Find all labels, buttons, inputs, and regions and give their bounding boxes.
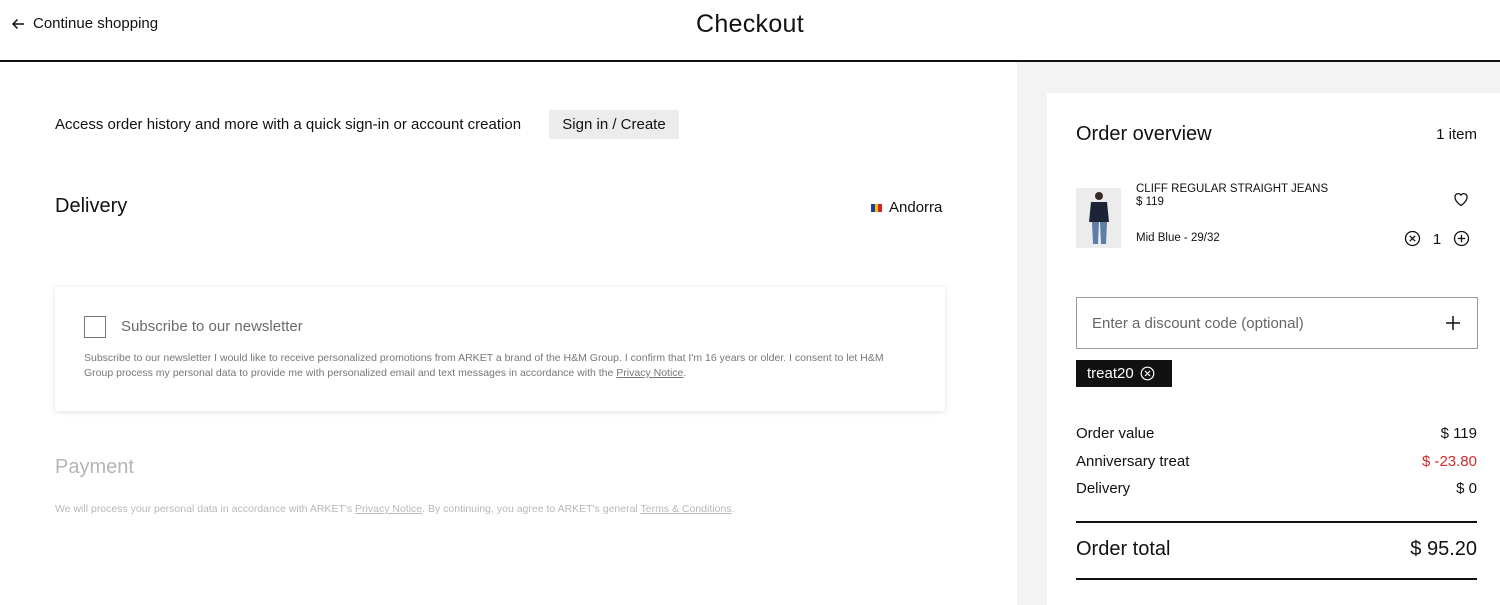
payment-legal-mid: . By continuing, you agree to ARKET's ge… — [422, 503, 641, 515]
order-overview-heading: Order overview — [1076, 123, 1212, 145]
newsletter-label: Subscribe to our newsletter — [121, 318, 303, 335]
newsletter-checkbox[interactable] — [84, 316, 106, 338]
checkout-header: Continue shopping Checkout — [0, 0, 1500, 62]
total-divider-top — [1076, 521, 1477, 523]
applied-promo-chip[interactable]: treat20 — [1076, 360, 1172, 387]
product-name[interactable]: CLIFF REGULAR STRAIGHT JEANS — [1136, 183, 1328, 195]
order-total-label: Order total — [1076, 538, 1171, 560]
discount-code-field — [1076, 297, 1478, 349]
page-title: Checkout — [695, 10, 804, 38]
country-name: Andorra — [889, 199, 943, 216]
discount-code-input[interactable] — [1077, 298, 1417, 348]
sign-in-button[interactable]: Sign in / Create — [549, 110, 679, 139]
heart-icon[interactable] — [1452, 190, 1470, 208]
product-variant: Mid Blue - 29/32 — [1136, 232, 1220, 244]
increase-quantity-icon[interactable] — [1453, 230, 1470, 247]
order-value-amount: $ 119 — [1440, 425, 1477, 442]
product-thumbnail[interactable] — [1076, 188, 1121, 248]
anniversary-treat-row: Anniversary treat $ -23.80 — [1076, 453, 1477, 470]
decrease-quantity-icon[interactable] — [1404, 230, 1421, 247]
terms-link[interactable]: Terms & Conditions — [641, 503, 732, 515]
newsletter-legal-body: Subscribe to our newsletter I would like… — [84, 352, 884, 379]
anniversary-treat-amount: $ -23.80 — [1421, 453, 1477, 470]
remove-code-icon[interactable] — [1140, 366, 1155, 381]
quantity-value: 1 — [1432, 231, 1442, 248]
payment-privacy-link[interactable]: Privacy Notice — [355, 503, 422, 515]
order-total-amount: $ 95.20 — [1410, 538, 1477, 560]
payment-legal-text: We will process your personal data in ac… — [55, 503, 734, 515]
order-total-row: Order total $ 95.20 — [1076, 538, 1477, 561]
newsletter-legal-text: Subscribe to our newsletter I would like… — [84, 351, 914, 381]
delivery-cost-row: Delivery $ 0 — [1076, 480, 1477, 497]
newsletter-privacy-link[interactable]: Privacy Notice — [616, 367, 683, 379]
delivery-cost-amount: $ 0 — [1456, 480, 1477, 497]
delivery-heading: Delivery — [55, 195, 128, 217]
payment-legal-end: . — [731, 503, 735, 515]
andorra-flag-icon — [871, 203, 883, 212]
plus-icon[interactable] — [1445, 315, 1461, 331]
newsletter-legal-end: . — [683, 367, 687, 379]
payment-heading: Payment — [55, 456, 134, 478]
delivery-cost-label: Delivery — [1076, 480, 1131, 497]
anniversary-treat-label: Anniversary treat — [1076, 453, 1190, 470]
promo-code-label: treat20 — [1087, 365, 1134, 382]
country-selector[interactable]: Andorra — [871, 199, 942, 216]
total-divider-bottom — [1076, 578, 1477, 580]
account-prompt: Access order history and more with a qui… — [55, 116, 522, 133]
order-value-label: Order value — [1076, 425, 1155, 442]
model-figure-icon — [1076, 188, 1121, 248]
order-overview-panel: Order overview 1 item CLIFF REGULAR STRA… — [1047, 93, 1500, 605]
product-price: $ 119 — [1136, 196, 1164, 208]
payment-legal-start: We will process your personal data in ac… — [55, 503, 356, 515]
newsletter-card: Subscribe to our newsletter Subscribe to… — [55, 287, 945, 411]
order-value-row: Order value $ 119 — [1076, 425, 1477, 442]
item-count: 1 item — [1436, 126, 1477, 143]
checkout-main: Access order history and more with a qui… — [0, 62, 1017, 605]
